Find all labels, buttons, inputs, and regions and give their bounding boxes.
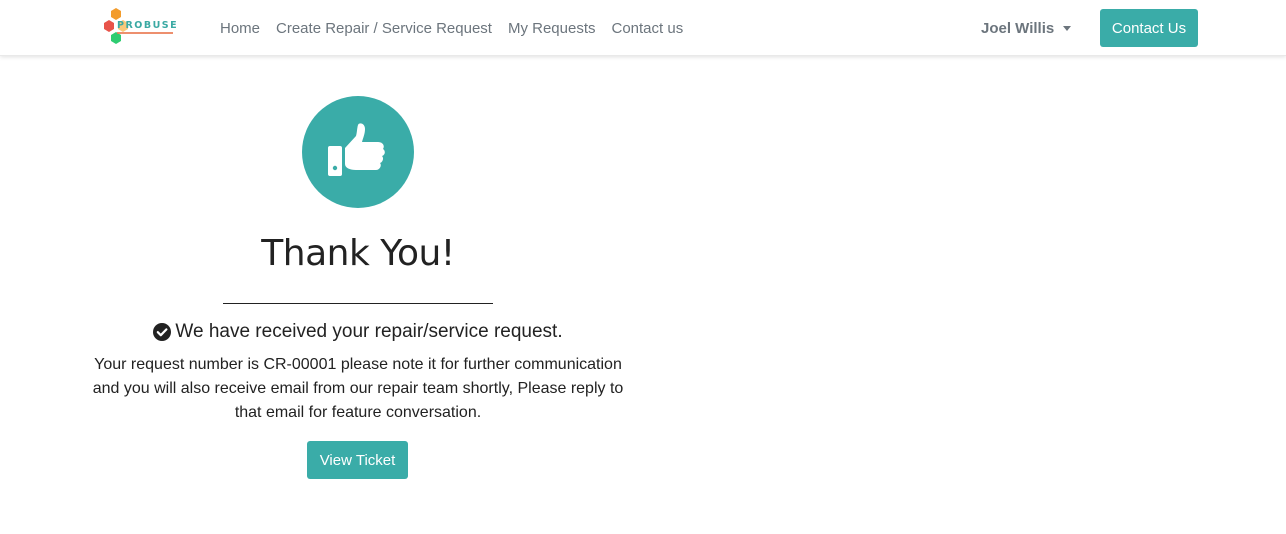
nav-home[interactable]: Home [212,20,268,37]
view-ticket-button[interactable]: View Ticket [307,441,408,479]
brand-logo[interactable]: PROBUSE [100,7,180,49]
caret-down-icon [1063,26,1072,31]
received-text: We have received your repair/service req… [175,321,563,342]
user-name: Joel Willis [981,19,1055,37]
nav-my-requests[interactable]: My Requests [500,20,604,37]
thumbs-up-icon [328,123,385,176]
request-message: Your request number is CR-00001 please n… [92,356,624,421]
page-title: Thank You! [261,233,455,274]
brand-name: PROBUSE [117,20,179,31]
top-navbar: PROBUSE Home Create Repair / Service Req… [0,0,1286,56]
received-confirmation: We have received your repair/service req… [80,321,636,343]
main-nav: Home Create Repair / Service Request My … [212,0,691,56]
brand-tagline-line [117,32,173,34]
check-circle-icon [153,323,172,341]
nav-contact-us[interactable]: Contact us [604,20,692,37]
thumbs-up-badge [302,96,414,208]
user-dropdown[interactable]: Joel Willis [981,0,1072,56]
contact-us-button[interactable]: Contact Us [1100,9,1198,47]
title-divider [223,303,493,304]
nav-create-request[interactable]: Create Repair / Service Request [268,20,500,37]
